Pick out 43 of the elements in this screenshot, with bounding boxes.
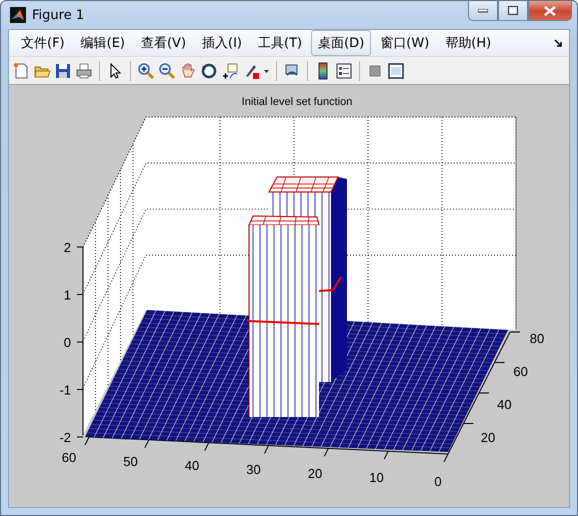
menu-item[interactable]: 窗口(W) (373, 30, 436, 56)
tick-label: 30 (246, 462, 261, 477)
maximize-icon (508, 6, 518, 15)
tick-label: 50 (123, 454, 138, 469)
zoom-in-icon[interactable] (137, 62, 155, 80)
tick-label: 40 (184, 458, 200, 473)
tick-label: 2 (64, 240, 71, 255)
app-icon (10, 7, 26, 23)
tick-label: 0 (434, 474, 442, 489)
menu-item[interactable]: 插入(I) (195, 30, 250, 56)
tick-label: 20 (308, 466, 322, 481)
plot-title: Initial level set function (242, 96, 352, 108)
tick-label: 0 (64, 335, 71, 350)
rotate-icon[interactable] (200, 62, 218, 80)
zoom-out-icon[interactable] (158, 62, 176, 80)
tick-label: 60 (513, 364, 528, 379)
menu-item[interactable]: 编辑(E) (74, 30, 132, 56)
tick-label: 10 (369, 470, 384, 485)
tick-label: 60 (62, 450, 76, 465)
new-file-icon[interactable] (12, 62, 30, 80)
save-icon[interactable] (54, 62, 72, 80)
dock-arrow-icon[interactable] (554, 39, 563, 48)
window-frame-icon[interactable] (387, 62, 405, 80)
print-icon[interactable] (75, 62, 93, 80)
menu-item[interactable]: 桌面(D) (311, 30, 372, 56)
data-cursor-icon[interactable] (221, 62, 239, 80)
minimize-icon (478, 8, 488, 12)
minimize-button[interactable] (468, 1, 498, 21)
tick-label: -1 (59, 382, 71, 398)
window-title: Figure 1 (32, 8, 84, 22)
menu-item[interactable]: 帮助(H) (438, 30, 498, 56)
menu-item[interactable]: 查看(V) (134, 30, 194, 56)
tick-label: 20 (480, 430, 496, 445)
close-icon (544, 6, 556, 16)
maximize-button[interactable] (498, 1, 528, 21)
tick-label: 1 (64, 288, 71, 302)
tick-label: 80 (530, 331, 544, 346)
menu-item[interactable]: 工具(T) (251, 30, 310, 56)
tick-label: 40 (497, 397, 512, 412)
menu-item[interactable]: 文件(F) (14, 30, 72, 56)
close-button[interactable] (528, 1, 572, 21)
tick-label: -2 (59, 430, 71, 445)
legend-icon[interactable] (335, 62, 353, 80)
